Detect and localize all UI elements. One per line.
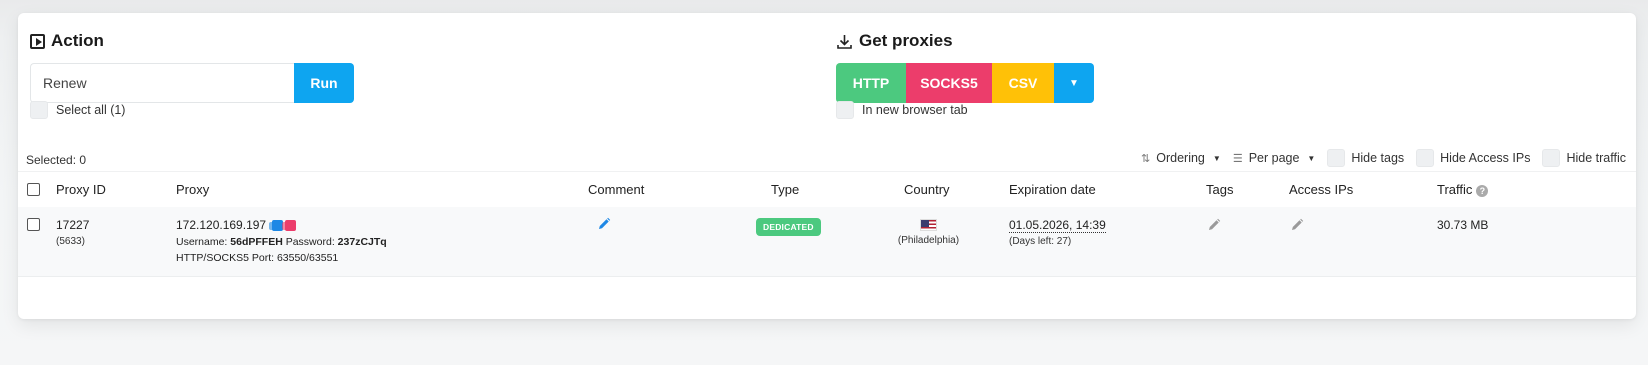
select-all-check-box[interactable] [30, 101, 48, 119]
play-icon [30, 33, 45, 49]
header-traffic[interactable]: Traffic? [1437, 182, 1489, 197]
expiration-date: 01.05.2026, 14:39 [1009, 218, 1106, 233]
edit-tags-icon[interactable] [1207, 218, 1221, 232]
password-value: 237zCJTq [337, 236, 387, 248]
hide-tags-toggle[interactable]: Hide tags [1327, 149, 1404, 167]
action-title-text: Action [51, 31, 104, 50]
hide-traffic-check-box[interactable] [1542, 149, 1561, 167]
hide-access-ips-check-box[interactable] [1416, 149, 1435, 167]
header-comment[interactable]: Comment [588, 182, 644, 197]
header-access-ips[interactable]: Access IPs [1289, 182, 1353, 197]
new-tab-label: In new browser tab [862, 103, 968, 117]
header-expiration[interactable]: Expiration date [1009, 182, 1096, 197]
proxy-sub-id: (5633) [56, 236, 85, 247]
sort-icon: ⇅ [1141, 152, 1151, 165]
select-all-checkbox[interactable]: Select all (1) [30, 101, 125, 119]
caret-down-icon: ▼ [1069, 77, 1079, 89]
hide-access-ips-label: Hide Access IPs [1440, 151, 1531, 165]
hide-tags-label: Hide tags [1351, 151, 1405, 165]
hide-tags-check-box[interactable] [1327, 149, 1346, 167]
expiration-cell: 01.05.2026, 14:39 (Days left: 27) [1009, 218, 1106, 247]
new-tab-check-box[interactable] [836, 101, 854, 119]
ordering-label: Ordering [1156, 151, 1205, 165]
select-all-label: Select all (1) [56, 103, 126, 117]
download-icon [836, 33, 853, 50]
days-left: (Days left: 27) [1009, 236, 1072, 247]
proxy-credentials: Username: 56dPFFEH Password: 237zCJTq [176, 236, 387, 248]
new-tab-checkbox[interactable]: In new browser tab [836, 101, 968, 119]
row-checkbox[interactable] [27, 218, 40, 231]
per-page-label: Per page [1248, 151, 1300, 165]
table-row: 17227 (5633) 172.120.169.197 Username: 5… [18, 207, 1636, 277]
export-button-group: HTTP SOCKS5 CSV ▼ [836, 63, 1094, 103]
run-button[interactable]: Run [294, 63, 354, 103]
header-traffic-label: Traffic [1437, 182, 1473, 197]
country-city: (Philadelphia) [897, 235, 960, 246]
type-badge: DEDICATED [756, 218, 821, 236]
header-type[interactable]: Type [771, 182, 799, 197]
action-input[interactable] [30, 63, 294, 103]
proxy-ports: HTTP/SOCKS5 Port: 63550/63551 [176, 252, 339, 264]
username-value: 56dPFFEH [230, 236, 283, 248]
header-proxy-id[interactable]: Proxy ID [56, 182, 106, 197]
http-button[interactable]: HTTP [836, 63, 906, 103]
selected-count: Selected: 0 [26, 153, 87, 167]
csv-button[interactable]: CSV [992, 63, 1054, 103]
proxy-cell: 172.120.169.197 Username: 56dPFFEH Passw… [176, 218, 387, 264]
proxy-ip: 172.120.169.197 [176, 218, 267, 232]
header-proxy[interactable]: Proxy [176, 182, 209, 197]
hide-traffic-label: Hide traffic [1566, 151, 1626, 165]
per-page-dropdown[interactable]: ☰ Per page ▼ [1233, 151, 1316, 165]
export-dropdown-button[interactable]: ▼ [1054, 63, 1094, 103]
header-country[interactable]: Country [904, 182, 950, 197]
header-tags[interactable]: Tags [1206, 182, 1233, 197]
proxy-id-cell: 17227 (5633) [56, 218, 89, 247]
select-all-rows-checkbox[interactable] [27, 183, 40, 196]
copy-credentials-icon[interactable] [282, 220, 297, 232]
country-cell: (Philadelphia) [891, 219, 966, 246]
numbered-list-icon: ☰ [1232, 152, 1243, 165]
socks5-button[interactable]: SOCKS5 [906, 63, 992, 103]
caret-down-icon: ▼ [1212, 153, 1221, 163]
us-flag-icon [920, 219, 937, 231]
hide-access-ips-toggle[interactable]: Hide Access IPs [1416, 149, 1530, 167]
password-label: Password: [285, 236, 335, 248]
get-proxies-section-title: Get proxies [836, 31, 953, 51]
edit-access-ips-icon[interactable] [1290, 218, 1304, 232]
edit-comment-icon[interactable] [597, 217, 611, 231]
type-cell: DEDICATED [756, 218, 821, 236]
username-label: Username: [176, 236, 228, 248]
traffic-value: 30.73 MB [1437, 218, 1489, 232]
table-toolbar: ⇅ Ordering ▼ ☰ Per page ▼ Hide tags Hide… [1141, 149, 1626, 167]
caret-down-icon: ▼ [1307, 153, 1316, 163]
proxy-panel: Action Run Select all (1) Get proxies HT… [18, 13, 1636, 319]
table-header: Proxy ID Proxy Comment Type Country Expi… [18, 171, 1636, 207]
action-section-title: Action [30, 31, 104, 51]
proxy-id: 17227 [56, 218, 90, 232]
get-proxies-title-text: Get proxies [859, 31, 953, 50]
ordering-dropdown[interactable]: ⇅ Ordering ▼ [1141, 151, 1221, 165]
hide-traffic-toggle[interactable]: Hide traffic [1542, 149, 1626, 167]
info-icon[interactable]: ? [1476, 184, 1489, 197]
